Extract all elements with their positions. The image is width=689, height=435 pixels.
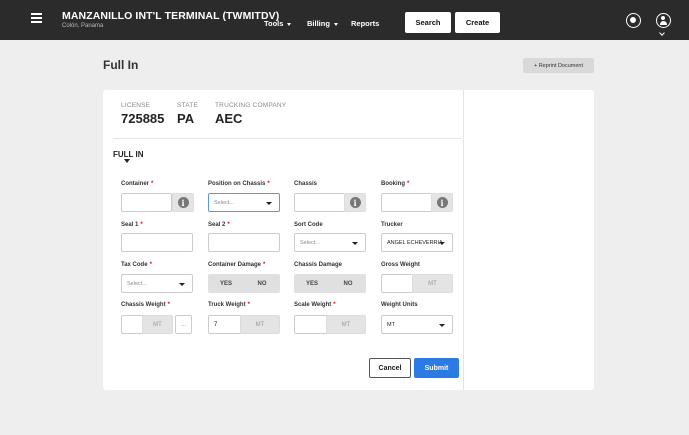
seal-2-input[interactable]: [208, 233, 280, 252]
chassis-weight-more-button[interactable]: ...: [175, 315, 192, 334]
info-icon: i: [436, 197, 448, 208]
nav-reports[interactable]: Reports: [351, 19, 379, 28]
section-title[interactable]: FULL IN: [113, 150, 144, 159]
state-label: STATE: [177, 102, 198, 109]
truck-weight-unit: MT: [240, 315, 280, 334]
chassis-damage-no[interactable]: NO: [330, 274, 366, 293]
container-damage-no[interactable]: NO: [244, 274, 280, 293]
container-damage-toggle[interactable]: YES NO: [208, 274, 280, 293]
chevron-down-icon: [352, 242, 358, 245]
license-value: 725885: [121, 111, 165, 126]
container-info-button[interactable]: i: [172, 193, 194, 212]
brand: MANZANILLO INT'L TERMINAL (TWMITDV) Coló…: [62, 10, 279, 29]
section-divider: [113, 138, 461, 139]
search-button[interactable]: Search: [405, 12, 451, 33]
sort-code-select[interactable]: Select...: [294, 233, 366, 252]
gross-weight-unit: MT: [412, 274, 453, 293]
position-on-chassis-label: Position on Chassis *: [208, 181, 270, 187]
chassis-damage-label: Chassis Damage: [294, 262, 343, 268]
trucking-company-value: AEC: [215, 111, 243, 126]
gross-weight-input[interactable]: [381, 274, 413, 293]
seal-2-label: Seal 2 *: [208, 222, 230, 228]
info-icon: i: [349, 197, 361, 208]
scale-weight-label: Scale Weight *: [294, 302, 336, 308]
position-on-chassis-select[interactable]: Select...: [208, 193, 280, 212]
chassis-weight-input[interactable]: [121, 315, 143, 334]
truck-weight-label: Truck Weight *: [208, 302, 250, 308]
chevron-down-icon: [439, 324, 445, 327]
terminal-title: MANZANILLO INT'L TERMINAL (TWMITDV): [62, 10, 280, 22]
submit-button[interactable]: Submit: [414, 358, 459, 378]
chevron-down-icon[interactable]: [124, 159, 130, 163]
weight-units-label: Weight Units: [381, 302, 418, 308]
chassis-damage-yes[interactable]: YES: [294, 274, 330, 293]
container-input[interactable]: [121, 193, 172, 212]
trucker-label: Trucker: [381, 222, 403, 228]
sort-code-label: Sort Code: [294, 222, 323, 228]
booking-input[interactable]: [381, 193, 432, 212]
booking-label: Booking *: [381, 181, 410, 187]
chassis-weight-label: Chassis Weight *: [121, 302, 170, 308]
create-button[interactable]: Create: [455, 12, 500, 33]
chassis-damage-toggle[interactable]: YES NO: [294, 274, 366, 293]
container-damage-label: Container Damage *: [208, 262, 266, 268]
settings-icon[interactable]: [626, 13, 641, 28]
state-value: PA: [177, 111, 195, 126]
page-title: Full In: [103, 58, 139, 72]
seal-1-label: Seal 1 *: [121, 222, 143, 228]
booking-info-button[interactable]: i: [431, 193, 453, 212]
menu-icon[interactable]: [31, 13, 42, 23]
license-label: LICENSE: [121, 102, 151, 109]
gross-weight-label: Gross Weight: [381, 262, 420, 268]
card-divider: [463, 90, 464, 390]
info-icon: i: [177, 197, 189, 208]
seal-1-input[interactable]: [121, 233, 193, 252]
chassis-input[interactable]: [294, 193, 345, 212]
user-icon[interactable]: [656, 13, 671, 28]
weight-units-select[interactable]: MT: [381, 315, 453, 334]
terminal-location: Colón, Panama: [62, 23, 104, 29]
chassis-info-button[interactable]: i: [344, 193, 366, 212]
tax-code-select[interactable]: Select...: [121, 274, 193, 293]
chevron-down-icon: [287, 22, 292, 26]
nav-tools[interactable]: Tools: [264, 19, 292, 28]
chassis-weight-unit: MT: [142, 315, 173, 334]
chevron-down-icon: [333, 22, 338, 26]
cancel-button[interactable]: Cancel: [369, 358, 411, 378]
tax-code-label: Tax Code *: [121, 262, 152, 268]
trucking-company-label: TRUCKING COMPANY: [215, 102, 287, 109]
chassis-label: Chassis: [294, 181, 318, 187]
top-bar: MANZANILLO INT'L TERMINAL (TWMITDV) Coló…: [0, 0, 689, 40]
container-damage-yes[interactable]: YES: [208, 274, 244, 293]
container-label: Container *: [121, 181, 154, 187]
chevron-down-icon: [179, 283, 185, 286]
scale-weight-input[interactable]: [294, 315, 327, 334]
trucker-select[interactable]: ANGEL ECHEVERRIA: [381, 233, 453, 252]
truck-weight-input[interactable]: 7: [208, 315, 241, 334]
user-menu-chevron-icon[interactable]: [659, 30, 665, 36]
reprint-document-button[interactable]: + Reprint Document: [523, 58, 594, 73]
scale-weight-unit: MT: [326, 315, 366, 334]
chevron-down-icon: [439, 242, 445, 245]
nav-billing[interactable]: Billing: [307, 19, 338, 28]
